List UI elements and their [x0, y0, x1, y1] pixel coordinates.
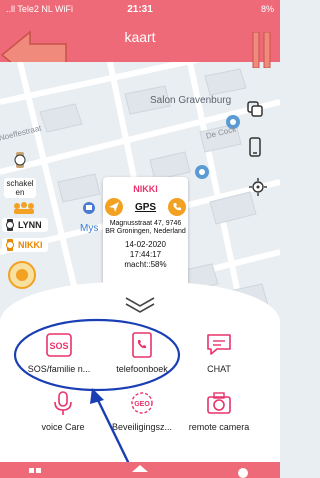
bottom-tab-bar	[0, 462, 280, 478]
tab-settings-icon[interactable]	[236, 465, 250, 478]
watch-icon	[14, 152, 26, 168]
device-lynn-label: LYNN	[18, 220, 42, 230]
address-line-1: Magnusstraat 47, 9746	[109, 220, 182, 227]
menu-item-chat[interactable]: CHAT	[174, 332, 264, 374]
device-button[interactable]	[244, 136, 266, 158]
device-nikki-label: NIKKI	[18, 240, 43, 250]
device-name: NIKKI	[133, 184, 158, 194]
layers-icon	[247, 101, 263, 117]
battery-level: macht::58%	[124, 260, 167, 269]
target-icon	[249, 178, 267, 196]
phone-icon	[249, 137, 261, 157]
location-date: 14-02-2020	[125, 240, 166, 249]
device-schakel[interactable]: schakel en	[4, 178, 36, 198]
tab-map-icon[interactable]	[132, 465, 148, 478]
menu-item-label: remote camera	[188, 422, 250, 432]
navigate-button[interactable]	[105, 198, 123, 216]
phone-call-icon	[173, 203, 181, 211]
device-nikki[interactable]: NIKKI	[2, 238, 48, 252]
locate-button[interactable]	[247, 176, 269, 198]
chevron-down-icon[interactable]	[122, 294, 158, 314]
highlight-ellipse	[13, 318, 181, 392]
location-time: 17:44:17	[129, 250, 162, 259]
send-icon	[109, 202, 119, 212]
location-marker-icon	[8, 261, 36, 289]
annotation-arrow-icon	[90, 388, 132, 467]
chat-icon	[207, 334, 231, 355]
clock: 21:31	[127, 4, 153, 15]
battery-label: 8%	[260, 4, 274, 14]
watch-icon	[6, 219, 14, 231]
camera-icon	[207, 392, 231, 414]
tab-home-icon[interactable]	[28, 466, 42, 478]
address-line-2: BR Groningen, Nederland	[105, 228, 186, 235]
pause-icon	[252, 32, 271, 68]
poi-label: Salon Gravenburg	[150, 95, 232, 106]
menu-item-label: CHAT	[207, 364, 231, 374]
family-icon	[14, 202, 34, 214]
device-lynn[interactable]: LYNN	[2, 218, 48, 232]
call-button[interactable]	[168, 198, 186, 216]
status-bar: ..ll Tele2 NL WiFi 21:31 8%	[0, 4, 280, 18]
watch-icon	[6, 239, 14, 251]
layers-button[interactable]	[244, 98, 266, 120]
poi-label-partial: Mys	[80, 223, 99, 234]
location-mode: GPS	[134, 201, 157, 213]
menu-item-remote-camera[interactable]: remote camera	[174, 390, 264, 432]
